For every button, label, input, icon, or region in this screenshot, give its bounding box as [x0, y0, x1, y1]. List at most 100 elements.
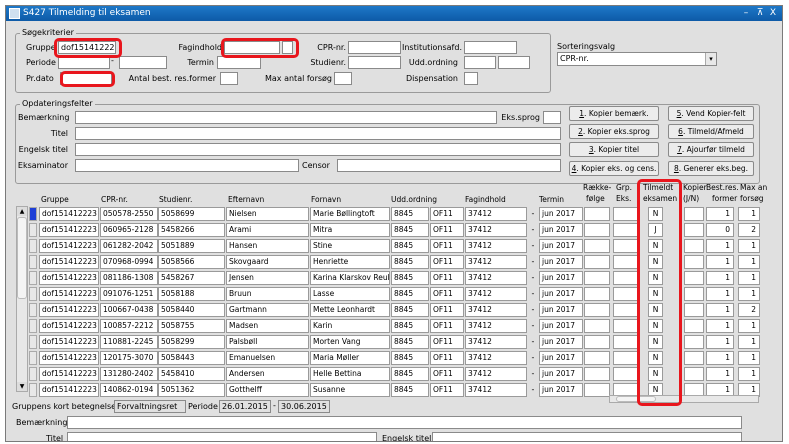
footer-titel-input[interactable]: [67, 432, 377, 441]
cell-gruppe[interactable]: dof151412223: [39, 367, 99, 381]
scroll-thumb[interactable]: [17, 217, 27, 299]
cell-kopier[interactable]: [684, 335, 704, 349]
cell-gruppe[interactable]: dof151412223: [39, 271, 99, 285]
cell-kopier[interactable]: [684, 287, 704, 301]
cell-udd-1[interactable]: 8845: [391, 287, 429, 301]
cell-fornavn[interactable]: Lasse: [310, 287, 390, 301]
row-selector[interactable]: [29, 303, 37, 317]
cell-best-res[interactable]: 1: [706, 287, 734, 301]
cell-fagindhold[interactable]: 37412: [465, 351, 527, 365]
cell-gruppe[interactable]: dof151412223: [39, 239, 99, 253]
cell-max-forsog[interactable]: 1: [738, 287, 760, 301]
cell-termin[interactable]: jun 2017: [539, 335, 583, 349]
cell-best-res[interactable]: 1: [706, 239, 734, 253]
cell-fagindhold[interactable]: 37412: [465, 255, 527, 269]
cell-fagindhold[interactable]: 37412: [465, 239, 527, 253]
cell-udd-1[interactable]: 8845: [391, 255, 429, 269]
cell-efternavn[interactable]: Emanuelsen: [226, 351, 309, 365]
cell-grp-eks[interactable]: [613, 351, 639, 365]
cell-max-forsog[interactable]: 1: [738, 207, 760, 221]
cell-studienr[interactable]: 5058443: [158, 351, 225, 365]
cell-cpr[interactable]: 061282-2042: [100, 239, 158, 253]
cell-udd-2[interactable]: OF11: [430, 319, 464, 333]
cell-cpr[interactable]: 060965-2128: [100, 223, 158, 237]
cell-fornavn[interactable]: Susanne: [310, 383, 390, 397]
cell-termin[interactable]: jun 2017: [539, 223, 583, 237]
row-selector[interactable]: [29, 223, 37, 237]
cell-grp-eks[interactable]: [613, 255, 639, 269]
cell-cpr[interactable]: 110881-2245: [100, 335, 158, 349]
cell-termin[interactable]: jun 2017: [539, 303, 583, 317]
cell-grp-eks[interactable]: [613, 271, 639, 285]
cell-grp-eks[interactable]: [613, 303, 639, 317]
cell-udd-1[interactable]: 8845: [391, 319, 429, 333]
cell-fornavn[interactable]: Karin: [310, 319, 390, 333]
cell-grp-eks[interactable]: [613, 223, 639, 237]
cell-raekkefolge[interactable]: [584, 319, 610, 333]
cell-cpr[interactable]: 050578-2550: [100, 207, 158, 221]
cell-kopier[interactable]: [684, 255, 704, 269]
cell-studienr[interactable]: 5058299: [158, 335, 225, 349]
cell-udd-2[interactable]: OF11: [430, 335, 464, 349]
cell-studienr[interactable]: 5058188: [158, 287, 225, 301]
cell-udd-2[interactable]: OF11: [430, 271, 464, 285]
cell-studienr[interactable]: 5051889: [158, 239, 225, 253]
cell-efternavn[interactable]: Skovgaard: [226, 255, 309, 269]
cell-best-res[interactable]: 1: [706, 335, 734, 349]
cell-raekkefolge[interactable]: [584, 207, 610, 221]
cell-cpr[interactable]: 100667-0438: [100, 303, 158, 317]
cell-fagindhold[interactable]: 37412: [465, 271, 527, 285]
cell-grp-eks[interactable]: [613, 335, 639, 349]
cell-fagindhold[interactable]: 37412: [465, 335, 527, 349]
cell-grp-eks[interactable]: [613, 287, 639, 301]
cell-gruppe[interactable]: dof151412223: [39, 255, 99, 269]
cell-cpr[interactable]: 081186-1308: [100, 271, 158, 285]
cell-cpr[interactable]: 140862-0194: [100, 383, 158, 397]
cell-efternavn[interactable]: Gotthelff: [226, 383, 309, 397]
cell-raekkefolge[interactable]: [584, 335, 610, 349]
cell-efternavn[interactable]: Nielsen: [226, 207, 309, 221]
cell-termin[interactable]: jun 2017: [539, 207, 583, 221]
cell-kopier[interactable]: [684, 271, 704, 285]
cell-kopier[interactable]: [684, 319, 704, 333]
cell-udd-2[interactable]: OF11: [430, 223, 464, 237]
cell-udd-2[interactable]: OF11: [430, 287, 464, 301]
cell-raekkefolge[interactable]: [584, 383, 610, 397]
cell-fagindhold[interactable]: 37412: [465, 303, 527, 317]
cell-max-forsog[interactable]: 1: [738, 271, 760, 285]
row-selector[interactable]: [29, 351, 37, 365]
cell-gruppe[interactable]: dof151412223: [39, 287, 99, 301]
cell-best-res[interactable]: 0: [706, 223, 734, 237]
cell-termin[interactable]: jun 2017: [539, 367, 583, 381]
cell-raekkefolge[interactable]: [584, 239, 610, 253]
cell-grp-eks[interactable]: [613, 239, 639, 253]
cell-best-res[interactable]: 1: [706, 303, 734, 317]
cell-raekkefolge[interactable]: [584, 303, 610, 317]
cell-grp-eks[interactable]: [613, 319, 639, 333]
cell-fornavn[interactable]: Helle Bettina: [310, 367, 390, 381]
cell-fornavn[interactable]: Maria Møller: [310, 351, 390, 365]
cell-gruppe[interactable]: dof151412223: [39, 351, 99, 365]
cell-termin[interactable]: jun 2017: [539, 383, 583, 397]
cell-fornavn[interactable]: Karina Klarskov Reub: [310, 271, 390, 285]
row-selector[interactable]: [29, 207, 37, 221]
cell-udd-2[interactable]: OF11: [430, 239, 464, 253]
cell-fagindhold[interactable]: 37412: [465, 319, 527, 333]
cell-kopier[interactable]: [684, 351, 704, 365]
cell-max-forsog[interactable]: 1: [738, 367, 760, 381]
cell-kopier[interactable]: [684, 223, 704, 237]
cell-udd-1[interactable]: 8845: [391, 383, 429, 397]
cell-udd-2[interactable]: OF11: [430, 367, 464, 381]
cell-raekkefolge[interactable]: [584, 367, 610, 381]
cell-gruppe[interactable]: dof151412223: [39, 335, 99, 349]
cell-fagindhold[interactable]: 37412: [465, 383, 527, 397]
cell-gruppe[interactable]: dof151412223: [39, 207, 99, 221]
cell-max-forsog[interactable]: 1: [738, 351, 760, 365]
cell-gruppe[interactable]: dof151412223: [39, 383, 99, 397]
cell-udd-1[interactable]: 8845: [391, 303, 429, 317]
cell-kopier[interactable]: [684, 239, 704, 253]
cell-udd-1[interactable]: 8845: [391, 367, 429, 381]
row-selector[interactable]: [29, 255, 37, 269]
cell-best-res[interactable]: 1: [706, 319, 734, 333]
cell-efternavn[interactable]: Arami: [226, 223, 309, 237]
